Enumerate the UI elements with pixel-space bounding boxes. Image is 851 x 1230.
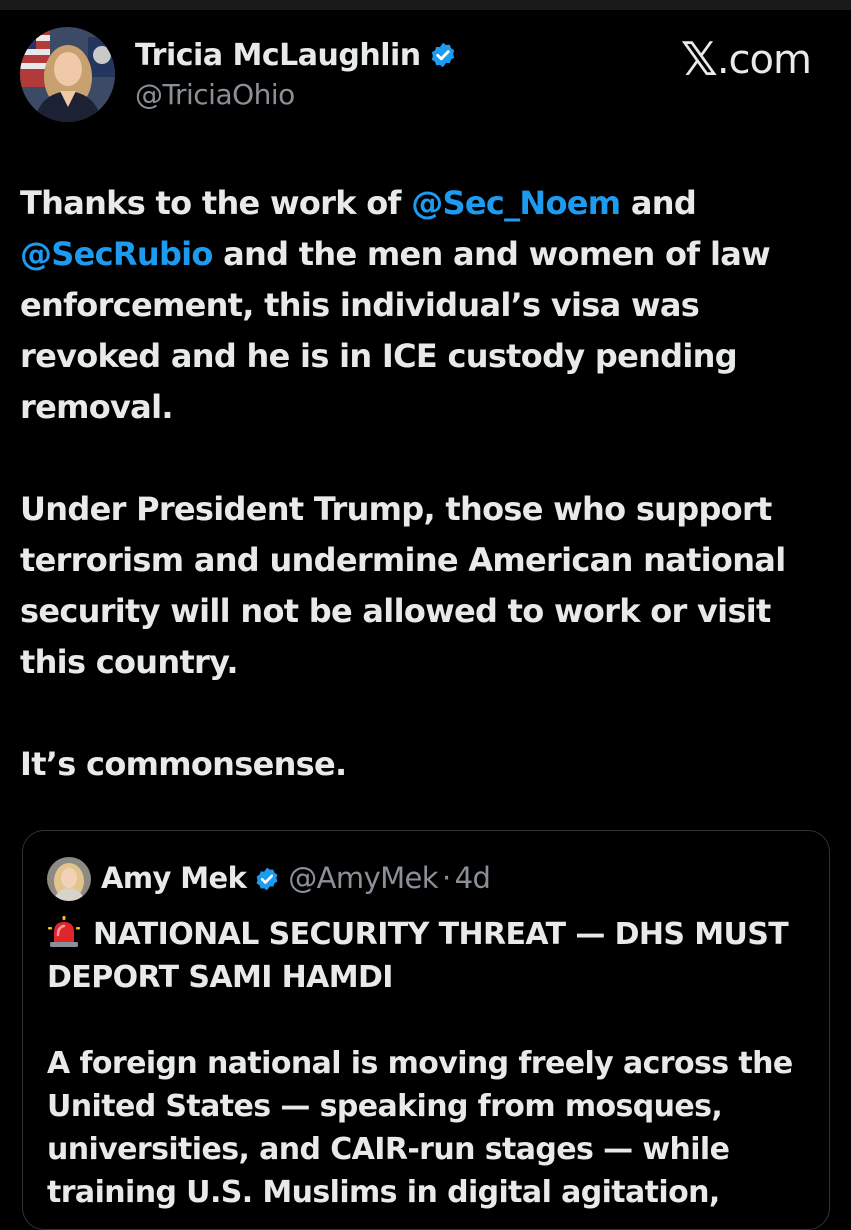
x-com-logo: 𝕏.com (680, 32, 812, 86)
verified-badge-icon (254, 865, 280, 891)
post-body: Thanks to the work of @Sec_Noem and @Sec… (20, 178, 820, 790)
post-paragraph-1: Thanks to the work of @Sec_Noem and @Sec… (20, 178, 820, 433)
quote-header: Amy Mek @AmyMek · 4d (101, 861, 491, 895)
post-paragraph-3: It’s commonsense. (20, 745, 347, 783)
mention-link-secrubio[interactable]: @SecRubio (20, 235, 213, 273)
quote-body: NATIONAL SECURITY THREAT — DHS MUST DEPO… (47, 913, 817, 1214)
quote-author-avatar[interactable] (47, 857, 91, 901)
author-name[interactable]: Tricia McLaughlin (135, 38, 421, 73)
x-logo-icon: 𝕏 (680, 32, 718, 86)
quote-headline-row: NATIONAL SECURITY THREAT — DHS MUST DEPO… (47, 913, 817, 999)
post-text-segment: Thanks to the work of (20, 184, 412, 222)
quote-paragraph: A foreign national is moving freely acro… (47, 1046, 793, 1210)
quote-headline: NATIONAL SECURITY THREAT — DHS MUST DEPO… (47, 917, 789, 995)
post-paragraph-2: Under President Trump, those who support… (20, 490, 786, 681)
author-avatar[interactable] (20, 27, 115, 122)
police-siren-icon (47, 915, 81, 949)
verified-badge-icon (429, 41, 457, 69)
quote-timestamp[interactable]: 4d (455, 861, 491, 895)
quote-separator: · (442, 861, 451, 895)
brand-domain: .com (716, 37, 812, 83)
quoted-post-card[interactable]: Amy Mek @AmyMek · 4d NATIONAL SECURITY THRE… (22, 830, 830, 1230)
quote-author-handle[interactable]: @AmyMek (288, 861, 438, 895)
top-bar (0, 0, 851, 10)
mention-link-sec-noem[interactable]: @Sec_Noem (411, 184, 621, 222)
quote-author-name[interactable]: Amy Mek (101, 861, 247, 895)
post-text-segment: and (620, 184, 697, 222)
author-name-row[interactable]: Tricia McLaughlin (135, 38, 457, 73)
author-handle[interactable]: @TriciaOhio (135, 78, 295, 111)
